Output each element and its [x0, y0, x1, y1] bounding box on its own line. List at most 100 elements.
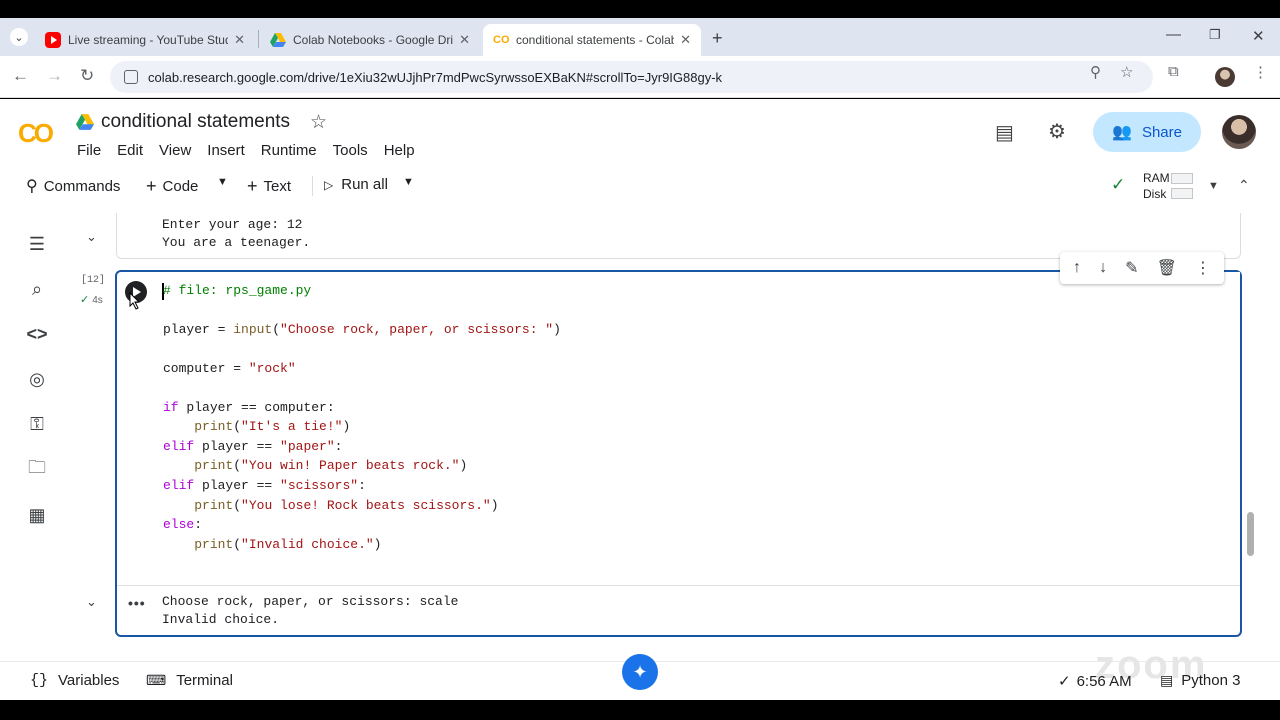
menu-view[interactable]: View — [159, 142, 191, 159]
tab-google-drive[interactable]: Colab Notebooks - Google Drive ✕ — [260, 24, 480, 56]
bookmark-star-icon[interactable]: ☆ — [1120, 63, 1133, 81]
plus-icon: + — [247, 176, 258, 196]
top-black-bar — [0, 0, 1280, 18]
edit-pencil-icon[interactable]: ✎ — [1125, 258, 1138, 278]
notebook-title[interactable]: conditional statements — [101, 111, 290, 133]
data-table-icon[interactable]: ▦ — [25, 503, 49, 527]
collapse-header-icon[interactable]: ⌃ — [1238, 177, 1250, 194]
cell-output-divider — [117, 585, 1240, 586]
server-icon: ▤ — [1160, 672, 1174, 688]
close-tab-icon[interactable]: ✕ — [680, 32, 691, 48]
close-tab-icon[interactable]: ✕ — [459, 32, 470, 48]
ram-usage-bar — [1171, 173, 1193, 184]
run-all-dropdown-icon[interactable]: ▼ — [403, 176, 414, 188]
code-dropdown-icon[interactable]: ▼ — [217, 176, 228, 188]
variables-inspector-icon[interactable]: ◎ — [25, 367, 49, 391]
commands-button[interactable]: ⚲ Commands — [26, 176, 120, 196]
minimize-icon[interactable]: — — [1166, 26, 1181, 43]
zoom-icon[interactable]: ⚲ — [1090, 63, 1101, 81]
run-all-button[interactable]: ▷ Run all — [324, 176, 388, 193]
browser-profile-avatar[interactable] — [1215, 67, 1235, 87]
code-line-11: print("Invalid choice.") — [194, 537, 382, 552]
star-icon[interactable]: ☆ — [310, 111, 327, 134]
url-omnibox[interactable]: colab.research.google.com/drive/1eXiu32w… — [110, 61, 1153, 93]
table-of-contents-icon[interactable]: ☰ — [25, 232, 49, 256]
terminal-icon: ⌨ — [146, 672, 167, 688]
reload-icon[interactable]: ↻ — [80, 66, 94, 86]
restore-icon[interactable]: ❐ — [1209, 27, 1221, 43]
new-tab-icon[interactable]: + — [712, 28, 723, 49]
code-line-3: computer = "rock" — [163, 361, 296, 376]
mouse-pointer-icon — [129, 292, 141, 310]
move-cell-up-icon[interactable]: ↑ — [1073, 259, 1081, 277]
tab-colab-active[interactable]: CO conditional statements - Colab ✕ — [483, 24, 701, 56]
close-tab-icon[interactable]: ✕ — [234, 32, 245, 48]
menu-insert[interactable]: Insert — [207, 142, 245, 159]
extensions-icon[interactable]: ⧉ — [1168, 63, 1179, 80]
tab-separator — [258, 30, 259, 48]
menu-bar: File Edit View Insert Runtime Tools Help — [77, 142, 431, 159]
find-replace-icon[interactable]: ⌕ — [25, 277, 49, 301]
back-icon[interactable]: ← — [12, 66, 29, 86]
runtime-type[interactable]: ▤ Python 3 — [1160, 672, 1240, 689]
menu-help[interactable]: Help — [384, 142, 415, 159]
browser-menu-icon[interactable]: ⋮ — [1253, 63, 1268, 81]
code-line-2: player = input("Choose rock, paper, or s… — [163, 322, 561, 337]
colab-icon: CO — [493, 34, 510, 46]
search-icon: ⚲ — [26, 178, 38, 195]
account-avatar[interactable] — [1222, 115, 1256, 149]
output-line: Enter your age: 12 — [162, 217, 303, 232]
check-icon: ✓ — [1058, 673, 1071, 690]
ram-disk-indicator[interactable]: RAM Disk — [1143, 170, 1170, 202]
delete-trash-icon[interactable]: 🗑 — [1157, 258, 1177, 278]
cell-toolbar: ↑ ↓ ✎ 🗑 ⋮ — [1060, 252, 1224, 284]
close-window-icon[interactable]: ✕ — [1252, 27, 1265, 45]
gemini-sparkle-button[interactable]: ✦ — [622, 654, 658, 690]
sparkle-icon: ✦ — [632, 661, 648, 682]
youtube-icon — [45, 32, 61, 48]
address-bar-row: ← → ↻ colab.research.google.com/drive/1e… — [0, 56, 1280, 98]
collapse-output-chevron-icon[interactable]: ⌄ — [86, 594, 97, 610]
scrollbar-thumb[interactable] — [1247, 512, 1254, 556]
menu-runtime[interactable]: Runtime — [261, 142, 317, 159]
code-line-5: print("It's a tie!") — [194, 419, 351, 434]
output-line: You are a teenager. — [162, 235, 311, 250]
play-icon: ▷ — [324, 177, 334, 192]
move-cell-down-icon[interactable]: ↓ — [1099, 259, 1107, 277]
tab-youtube-studio[interactable]: Live streaming - YouTube Studio ✕ — [35, 24, 255, 56]
drive-location-icon[interactable] — [76, 114, 94, 130]
variables-button[interactable]: {} Variables — [30, 672, 119, 689]
output-actions-icon[interactable]: ••• — [128, 595, 146, 611]
files-folder-icon[interactable]: 🗀 — [25, 457, 49, 482]
plus-icon: + — [146, 176, 157, 196]
menu-edit[interactable]: Edit — [117, 142, 143, 159]
output-line: Invalid choice. — [162, 612, 280, 627]
toolbar-divider — [312, 176, 313, 196]
last-run-time[interactable]: ✓ 6:56 AM — [1058, 672, 1132, 691]
collapse-output-chevron-icon[interactable]: ⌄ — [86, 229, 97, 245]
share-button[interactable]: 👥 Share — [1093, 112, 1201, 152]
code-line-4: if player == computer: — [163, 400, 335, 415]
connected-check-icon: ✓ — [1111, 175, 1126, 194]
forward-icon[interactable]: → — [46, 66, 63, 86]
site-info-icon[interactable] — [124, 70, 138, 84]
disk-usage-bar — [1171, 188, 1193, 199]
comment-icon[interactable]: ▤ — [995, 120, 1014, 145]
code-snippets-icon[interactable]: <> — [25, 322, 49, 346]
add-text-button[interactable]: + Text — [247, 176, 291, 197]
tab-search-icon[interactable]: ⌄ — [10, 28, 28, 46]
settings-gear-icon[interactable]: ⚙ — [1048, 119, 1066, 144]
runtime-dropdown-icon[interactable]: ▼ — [1208, 180, 1219, 192]
menu-file[interactable]: File — [77, 142, 101, 159]
output-line: Choose rock, paper, or scissors: scale — [162, 594, 459, 609]
menu-tools[interactable]: Tools — [333, 142, 368, 159]
google-drive-icon — [270, 33, 286, 47]
url-text: colab.research.google.com/drive/1eXiu32w… — [148, 69, 723, 85]
terminal-button[interactable]: ⌨ Terminal — [146, 672, 233, 689]
scrollbar-track[interactable] — [1244, 213, 1256, 661]
colab-logo[interactable]: CO — [18, 118, 54, 149]
secrets-key-icon[interactable]: ⚿ — [25, 412, 49, 436]
execution-time: ✓ 4s — [80, 294, 103, 306]
more-options-icon[interactable]: ⋮ — [1195, 258, 1211, 278]
add-code-button[interactable]: + Code — [146, 176, 198, 197]
